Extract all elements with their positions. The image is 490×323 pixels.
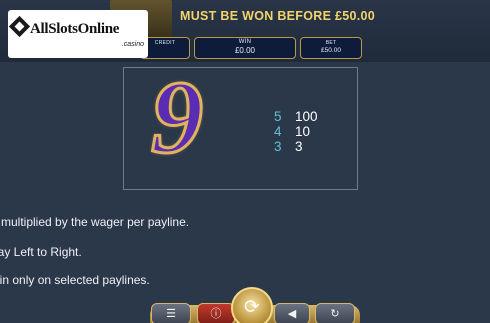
bet-label: BET bbox=[325, 40, 337, 46]
payout-count: 5 bbox=[274, 109, 282, 124]
spin-icon: ⟳ bbox=[244, 297, 260, 318]
watermark-brand: AllSlotsOnline bbox=[30, 21, 120, 37]
spin-button[interactable]: ⟳ bbox=[231, 287, 273, 323]
jackpot-message: MUST BE WON BEFORE £50.00 bbox=[180, 9, 376, 23]
back-button[interactable]: ◀ bbox=[274, 303, 310, 323]
payout-count: 3 bbox=[274, 139, 282, 154]
rule-text: win only on selected paylines. bbox=[0, 273, 150, 287]
win-label: WIN bbox=[238, 39, 252, 45]
menu-button[interactable]: ☰ bbox=[151, 303, 191, 323]
paytable-symbol-box: 9 5 100 4 10 33 bbox=[123, 60, 358, 190]
nine-symbol: 9 bbox=[150, 60, 205, 175]
watermark-suffix: .casino bbox=[121, 41, 144, 48]
payout-row: 33 bbox=[274, 139, 303, 155]
credit-label: CREDIT bbox=[154, 40, 176, 46]
rule-text: pay Left to Right. bbox=[0, 245, 82, 259]
menu-icon: ☰ bbox=[166, 308, 176, 320]
rule-text: e multiplied by the wager per payline. bbox=[0, 215, 190, 229]
watermark-logo: AllSlotsOnline .casino bbox=[8, 10, 148, 58]
bet-value: £50.00 bbox=[321, 47, 341, 54]
back-icon: ◀ bbox=[287, 308, 297, 320]
payout-amount: 3 bbox=[295, 139, 303, 154]
bet-panel[interactable]: BET £50.00 bbox=[300, 37, 362, 59]
info-icon: ⓘ bbox=[210, 308, 222, 320]
autoplay-button[interactable]: ↻ bbox=[315, 303, 355, 323]
payout-count: 4 bbox=[274, 124, 282, 139]
win-value: £0.00 bbox=[234, 46, 256, 55]
payout-row: 4 10 bbox=[274, 124, 310, 140]
autoplay-icon: ↻ bbox=[330, 308, 340, 320]
info-button[interactable]: ⓘ bbox=[197, 303, 235, 323]
payout-row: 5 100 bbox=[274, 109, 318, 125]
win-panel: WIN £0.00 bbox=[194, 37, 296, 59]
payout-amount: 100 bbox=[295, 109, 318, 124]
payout-amount: 10 bbox=[295, 124, 311, 139]
